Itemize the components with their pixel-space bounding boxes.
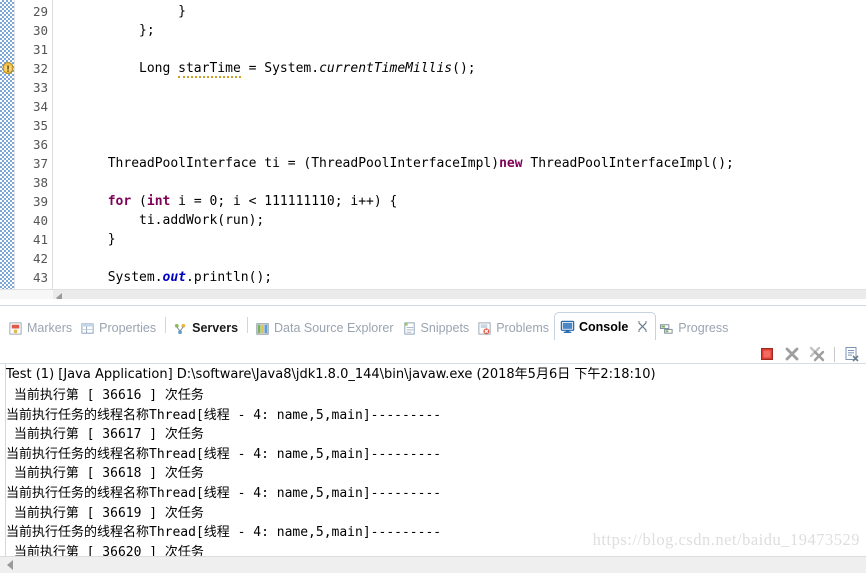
line-number: 29 <box>32 4 48 19</box>
markers-icon <box>8 321 23 336</box>
code-token: ThreadPoolInterface ti = (ThreadPoolInte… <box>107 156 500 171</box>
tab-data-source-explorer[interactable]: Data Source Explorer <box>252 316 399 340</box>
console-line: 当前执行任务的线程名称Thread[线程 - 4: name,5,main]--… <box>6 446 442 462</box>
tab-servers[interactable]: Servers <box>170 316 243 340</box>
line-number: 43 <box>32 270 48 285</box>
code-token: for <box>107 194 132 209</box>
code-token: ThreadPoolInterfaceImpl(); <box>522 156 734 171</box>
line-number: 40 <box>32 213 48 228</box>
code-token: starTime <box>178 61 241 78</box>
java-code-editor[interactable]: 29 30 31 32 33 34 35 36 37 38 39 40 41 42 43 }}; Long s… <box>0 0 866 305</box>
code-token: i = 0; i < 111111110; i++) { <box>170 194 398 209</box>
console-line: 当前执行第 [ 36617 ] 次任务 <box>6 427 204 443</box>
code-token: currentTimeMillis <box>319 61 453 76</box>
tab-problems[interactable]: Problems <box>474 316 554 340</box>
tab-label: Snippets <box>420 321 470 335</box>
tab-label: Markers <box>27 321 73 335</box>
console-view[interactable]: Test (1) [Java Application] D:\software\… <box>0 363 866 573</box>
tab-label: Problems <box>496 321 549 335</box>
line-number: 31 <box>32 42 48 57</box>
code-token: } <box>178 4 186 19</box>
view-tab-strip: Markers Properties Servers Data Source Expl… <box>0 305 866 343</box>
tab-separator <box>247 317 249 333</box>
tab-markers[interactable]: Markers <box>5 316 77 340</box>
tab-properties[interactable]: Properties <box>77 316 161 340</box>
clear-console-button[interactable] <box>844 346 860 362</box>
tab-separator <box>165 317 167 333</box>
code-token: Long <box>139 61 179 76</box>
console-horizontal-scrollbar[interactable] <box>0 556 866 573</box>
code-token: ti.addWork(run); <box>139 213 265 228</box>
close-icon[interactable] <box>637 321 648 332</box>
console-line: 当前执行第 [ 36619 ] 次任务 <box>6 505 204 521</box>
line-number: 30 <box>32 23 48 38</box>
code-line[interactable]: ti.addWork(run); <box>139 211 264 230</box>
tab-label: Data Source Explorer <box>274 321 394 335</box>
code-token: new <box>499 156 523 171</box>
line-number: 33 <box>32 80 48 95</box>
code-token: .println(); <box>186 270 273 285</box>
line-number-gutter[interactable]: 29 30 31 32 33 34 35 36 37 38 39 40 41 42 43 <box>15 0 53 305</box>
terminate-button[interactable] <box>759 346 775 362</box>
view-tabs: Markers Properties Servers Data Source Expl… <box>5 310 733 340</box>
console-scroll-left-arrow-icon[interactable] <box>7 560 13 570</box>
tab-label: Console <box>578 319 629 334</box>
console-line: 当前执行第 [ 36616 ] 次任务 <box>6 388 204 403</box>
tab-label: Progress <box>678 321 729 335</box>
tab-label: Properties <box>99 321 157 335</box>
code-line[interactable]: Long starTime = System.currentTimeMillis… <box>139 59 476 78</box>
console-line: 当前执行任务的线程名称Thread[线程 - 4: name,5,main]--… <box>6 407 442 423</box>
tab-label: Servers <box>192 321 239 335</box>
code-line[interactable]: } <box>108 230 116 249</box>
code-line[interactable]: for (int i = 0; i < 111111110; i++) { <box>108 192 398 211</box>
annotation-overview-bar[interactable] <box>0 0 15 305</box>
line-number: 38 <box>32 175 48 190</box>
line-number: 39 <box>32 194 48 209</box>
code-token: ( <box>131 194 147 209</box>
console-line: 当前执行任务的线程名称Thread[线程 - 4: name,5,main]--… <box>6 525 442 541</box>
progress-icon <box>659 321 674 336</box>
tab-console[interactable]: Console <box>553 312 657 340</box>
console-icon <box>560 319 575 334</box>
snippets-icon <box>402 321 417 336</box>
code-token: }; <box>139 23 155 38</box>
line-number: 36 <box>32 137 48 152</box>
code-token: int <box>146 194 171 209</box>
line-number: 34 <box>32 99 48 114</box>
code-token: out <box>162 270 187 285</box>
code-line[interactable]: }; <box>139 21 155 40</box>
servers-icon <box>173 321 188 336</box>
remove-all-terminated-button[interactable] <box>809 346 825 362</box>
problems-icon <box>477 321 492 336</box>
code-line[interactable]: ThreadPoolInterface ti = (ThreadPoolInte… <box>108 154 734 173</box>
warning-icon[interactable] <box>2 62 15 76</box>
line-number: 42 <box>32 251 48 266</box>
console-launch-header: Test (1) [Java Application] D:\software\… <box>6 367 656 382</box>
code-text-area[interactable]: }}; Long starTime = System.currentTimeMil… <box>53 0 866 290</box>
line-number: 35 <box>32 118 48 133</box>
line-number: 37 <box>32 156 48 171</box>
properties-icon <box>80 321 95 336</box>
tab-snippets[interactable]: Snippets <box>399 316 475 340</box>
console-output-area[interactable]: Test (1) [Java Application] D:\software\… <box>6 364 866 573</box>
tab-progress[interactable]: Progress <box>656 316 733 340</box>
line-number: 41 <box>32 232 48 247</box>
data-source-explorer-icon <box>255 321 270 336</box>
console-line: 当前执行任务的线程名称Thread[线程 - 4: name,5,main]--… <box>6 486 442 501</box>
code-line[interactable]: System.out.println(); <box>108 268 272 287</box>
toolbar-separator <box>834 346 835 362</box>
code-token: System. <box>107 270 163 285</box>
console-line: 当前执行第 [ 36618 ] 次任务 <box>6 466 204 482</box>
line-number: 32 <box>32 61 48 76</box>
code-token: (); <box>452 61 476 76</box>
code-line[interactable]: } <box>178 2 186 21</box>
code-token: = System. <box>240 61 320 76</box>
code-token: } <box>107 232 116 247</box>
remove-launch-button[interactable] <box>784 346 800 362</box>
